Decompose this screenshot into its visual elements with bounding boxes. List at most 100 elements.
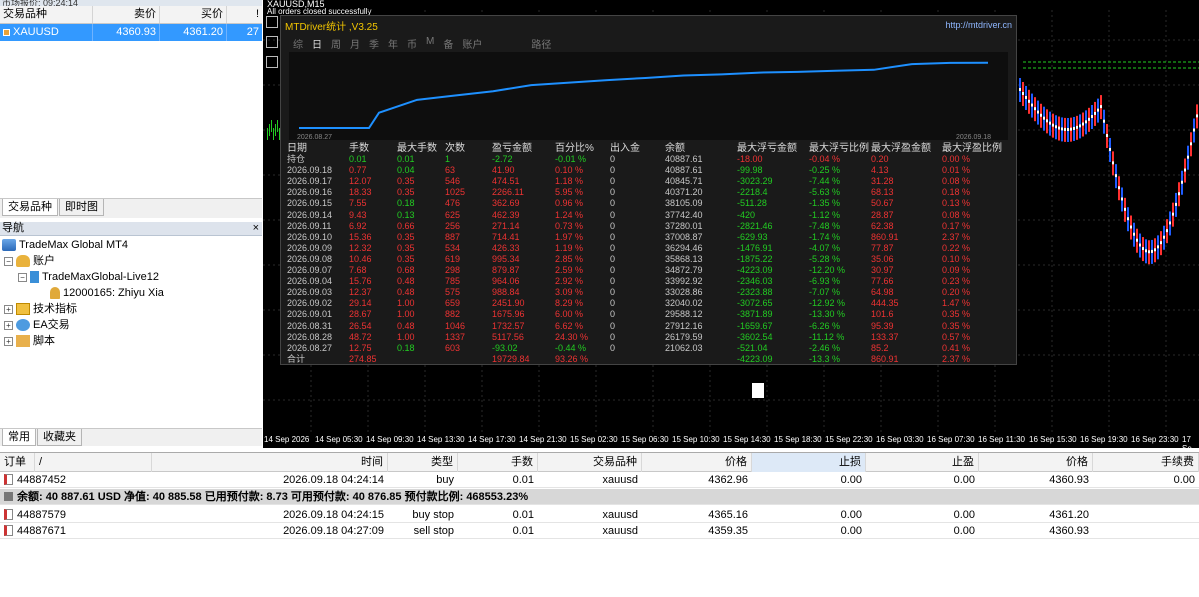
stats-cell: 29588.12 — [665, 309, 703, 320]
one-click-icon[interactable] — [266, 36, 278, 48]
time-axis-label: 16 Sep 03:30 — [876, 435, 924, 444]
terminal-col-header[interactable]: 手续费 — [1093, 453, 1199, 472]
panel-tab-3[interactable]: 月 — [350, 36, 360, 51]
close-icon[interactable]: × — [253, 222, 259, 235]
candle-wick — [1043, 116, 1045, 120]
trade-panel-icon[interactable] — [266, 16, 278, 28]
panel-tab-7[interactable]: M — [426, 36, 434, 51]
terminal-col-header[interactable]: 手数 — [458, 453, 538, 472]
stats-cell: -6.93 % — [809, 276, 841, 287]
col-symbol[interactable]: 交易品种 — [0, 6, 93, 23]
terminal-col-header[interactable]: 交易品种 — [538, 453, 642, 472]
panel-tab-2[interactable]: 周 — [331, 36, 341, 51]
candle — [271, 120, 272, 132]
panel-tab-9[interactable]: 账户 — [462, 36, 482, 51]
user-icon — [50, 287, 60, 299]
col-bid[interactable]: 卖价 — [93, 6, 160, 23]
time-axis: 14 Sep 2026 14 Sep 05:30 14 Sep 09:30 14 Se… — [263, 432, 1199, 448]
tree-item-indicators[interactable]: + 技术指标 — [4, 301, 77, 317]
col-spread[interactable]: ! — [227, 6, 262, 23]
stats-cell: 603 — [445, 342, 461, 353]
stats-cell: 30.97 — [871, 265, 894, 275]
terminal-col-header[interactable]: 类型 — [388, 453, 458, 472]
col-ask[interactable]: 买价 — [160, 6, 227, 23]
indicator-icon — [16, 303, 30, 315]
terminal-col-header[interactable]: 止损 — [752, 453, 866, 472]
stats-cell: 1.00 — [397, 298, 415, 309]
candle-wick — [1169, 221, 1171, 225]
settings-icon[interactable] — [266, 56, 278, 68]
time-axis-label: 15 Sep 14:30 — [723, 435, 771, 444]
candle-wick — [1142, 247, 1144, 251]
panel-url-link[interactable]: http://mtdriver.cn — [945, 20, 1012, 30]
stats-cell: 盈亏金额 — [492, 143, 532, 154]
candle-wick — [1115, 174, 1117, 178]
tab-tick-chart[interactable]: 即时图 — [59, 199, 104, 216]
order-row[interactable]: 44887452 2026.09.18 04:24:14 buy 0.01 xauusd… — [0, 472, 1199, 488]
terminal-col-header[interactable]: / — [35, 453, 152, 472]
market-watch-row-xauusd[interactable]: XAUUSD 4360.93 4361.20 27 — [0, 24, 262, 41]
stats-cell: 85.2 — [871, 342, 889, 353]
symbol-gold-icon — [3, 29, 10, 36]
stats-cell: 0 — [610, 231, 616, 242]
stats-cell: 0 — [610, 276, 616, 287]
stats-cell: 575 — [445, 287, 461, 298]
terminal-col-header[interactable]: 时间 — [152, 453, 388, 472]
terminal-col-header[interactable]: 止盈 — [866, 453, 979, 472]
candle-wick — [1067, 127, 1069, 131]
order-value: 4362.96 — [708, 474, 748, 486]
tab-common[interactable]: 常用 — [2, 429, 36, 446]
server-icon — [30, 271, 39, 283]
stats-cell: -0.44 % — [555, 342, 587, 353]
stats-cell: -5.63 % — [809, 187, 841, 198]
stats-cell: 77.87 — [871, 242, 894, 253]
spread-value: 27 — [246, 26, 259, 38]
stats-cell: 0.08 % — [942, 176, 971, 187]
stats-row: 2026.09.03 12.37 0.48 575 988.84 3.09 % 0 33028… — [287, 287, 1012, 298]
collapse-icon[interactable]: − — [18, 272, 27, 282]
candle-wick — [1073, 126, 1075, 130]
tree-item-scripts[interactable]: + 脚本 — [4, 333, 55, 349]
tree-item-broker[interactable]: TradeMax Global MT4 — [2, 237, 128, 253]
stats-cell: 462.39 — [492, 209, 520, 220]
collapse-icon[interactable]: − — [4, 256, 13, 266]
stats-cell: 5117.56 — [492, 331, 524, 342]
panel-tab-1[interactable]: 日 — [312, 36, 322, 51]
stats-cell: 1 — [445, 154, 451, 164]
panel-tab-8[interactable]: 备 — [443, 36, 453, 51]
order-value: buy stop — [412, 509, 454, 521]
tab-symbols[interactable]: 交易品种 — [2, 199, 58, 216]
expand-icon[interactable]: + — [4, 320, 13, 330]
stats-cell: 2026.08.31 — [287, 320, 333, 331]
candle-wick — [1106, 134, 1108, 138]
order-icon — [4, 525, 13, 536]
chart-object[interactable] — [752, 383, 764, 398]
tree-item-accounts[interactable]: − 账户 — [4, 253, 55, 269]
order-row[interactable]: 44887671 2026.09.18 04:27:09 sell stop 0.01… — [0, 523, 1199, 539]
order-row[interactable]: 44887579 2026.09.18 04:24:15 buy stop 0.01 x… — [0, 507, 1199, 523]
expand-icon[interactable]: + — [4, 304, 13, 314]
stats-cell: 0.08 % — [942, 209, 971, 220]
tree-label: 脚本 — [33, 335, 55, 347]
panel-tab-6[interactable]: 币 — [407, 36, 417, 51]
tree-item-account[interactable]: 12000165: Zhiyu Xia — [50, 285, 164, 301]
expand-icon[interactable]: + — [4, 336, 13, 346]
stats-cell: 474.51 — [492, 176, 520, 187]
stats-cell: 995.34 — [492, 253, 520, 264]
panel-tab-4[interactable]: 季 — [369, 36, 379, 51]
panel-tab-5[interactable]: 年 — [388, 36, 398, 51]
panel-tab-10[interactable]: 路径 — [531, 36, 551, 51]
terminal-col-header[interactable]: 价格 — [979, 453, 1093, 472]
tree-item-server[interactable]: − TradeMaxGlobal-Live12 — [18, 269, 159, 285]
order-id: 44887671 — [17, 525, 66, 537]
panel-tab-0[interactable]: 综 — [293, 36, 303, 51]
tree-item-experts[interactable]: + EA交易 — [4, 317, 70, 333]
terminal-col-header[interactable]: 订单 — [0, 453, 35, 472]
tab-favorites[interactable]: 收藏夹 — [37, 429, 82, 446]
stats-cell: 0 — [610, 220, 616, 231]
stats-cell: 2.59 % — [555, 265, 584, 275]
stats-cell: -1.74 % — [809, 231, 841, 242]
terminal-col-header[interactable]: 价格 — [642, 453, 752, 472]
stats-cell: 101.6 — [871, 309, 894, 320]
stats-cell: -7.48 % — [809, 220, 841, 231]
